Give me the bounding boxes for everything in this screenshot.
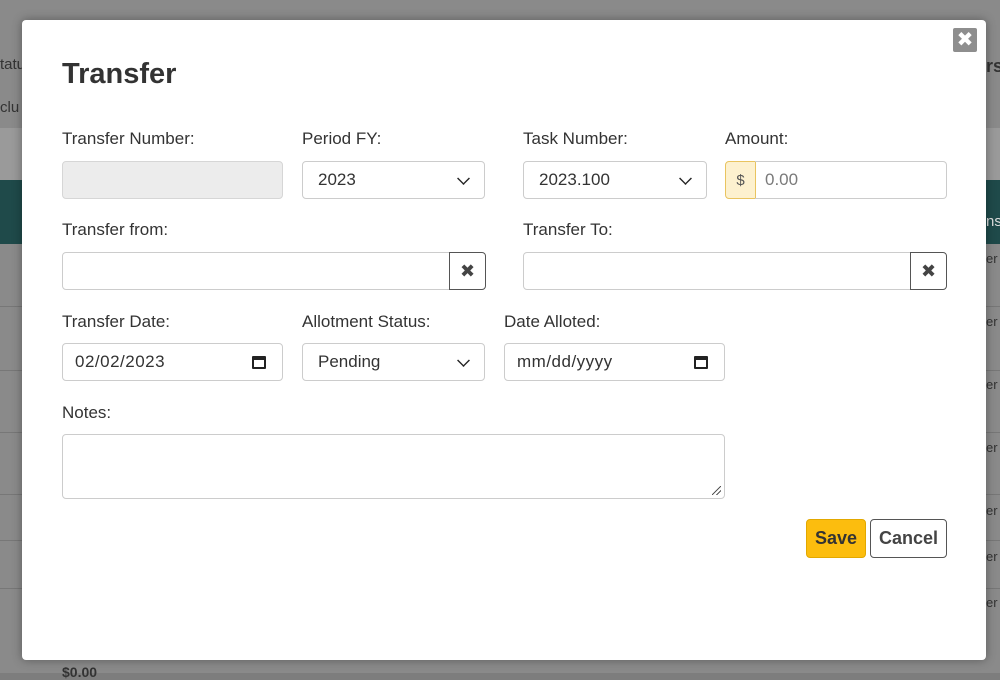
background-text: rs (986, 56, 1000, 76)
background-text: er (986, 377, 998, 392)
chevron-down-icon (457, 353, 470, 367)
cancel-button[interactable]: Cancel (870, 519, 947, 558)
background-text: er (986, 251, 998, 266)
close-icon[interactable]: ✖ (953, 28, 977, 52)
transfer-date-label: Transfer Date: (62, 312, 171, 331)
transfer-from-clear-button[interactable]: ✖ (449, 252, 486, 290)
calendar-icon[interactable] (694, 355, 708, 369)
date-alloted-placeholder: mm/dd/yyyy (517, 352, 613, 371)
background-text: er (986, 440, 998, 455)
date-alloted-input[interactable]: mm/dd/yyyy (504, 343, 725, 381)
background-text: er (986, 314, 998, 329)
background-text: er (986, 595, 998, 610)
notes-textarea[interactable] (62, 434, 725, 499)
transfer-date-value: 02/02/2023 (75, 352, 166, 371)
task-number-value: 2023.100 (539, 170, 610, 189)
amount-placeholder: 0.00 (765, 170, 799, 189)
resize-handle-icon[interactable] (712, 486, 721, 495)
transfer-to-input[interactable] (523, 252, 911, 290)
modal-title: Transfer (62, 58, 177, 90)
save-button[interactable]: Save (806, 519, 866, 558)
task-number-select[interactable]: 2023.100 (523, 161, 707, 199)
background-amount: $0.00 (62, 664, 98, 680)
amount-label: Amount: (725, 129, 789, 148)
calendar-icon[interactable] (252, 355, 266, 369)
date-alloted-label: Date Alloted: (504, 312, 601, 331)
transfer-number-label: Transfer Number: (62, 129, 195, 148)
notes-label: Notes: (62, 403, 112, 422)
period-fy-value: 2023 (318, 170, 356, 189)
transfer-to-clear-button[interactable]: ✖ (910, 252, 947, 290)
task-number-label: Task Number: (523, 129, 628, 148)
chevron-down-icon (679, 171, 692, 185)
amount-input[interactable]: 0.00 (755, 161, 947, 199)
transfer-date-input[interactable]: 02/02/2023 (62, 343, 283, 381)
allotment-status-value: Pending (318, 352, 381, 371)
transfer-from-label: Transfer from: (62, 220, 169, 239)
transfer-from-input[interactable] (62, 252, 450, 290)
period-fy-select[interactable]: 2023 (302, 161, 485, 199)
background-text: clu (0, 99, 20, 116)
chevron-down-icon (457, 171, 470, 185)
transfer-number-input (62, 161, 283, 199)
allotment-status-label: Allotment Status: (302, 312, 431, 331)
background-text: er (986, 549, 998, 564)
background-text: ns (986, 213, 1000, 230)
allotment-status-select[interactable]: Pending (302, 343, 485, 381)
transfer-to-label: Transfer To: (523, 220, 613, 239)
currency-addon: $ (725, 161, 756, 199)
background-text: er (986, 503, 998, 518)
period-fy-label: Period FY: (302, 129, 382, 148)
transfer-modal (22, 20, 986, 660)
